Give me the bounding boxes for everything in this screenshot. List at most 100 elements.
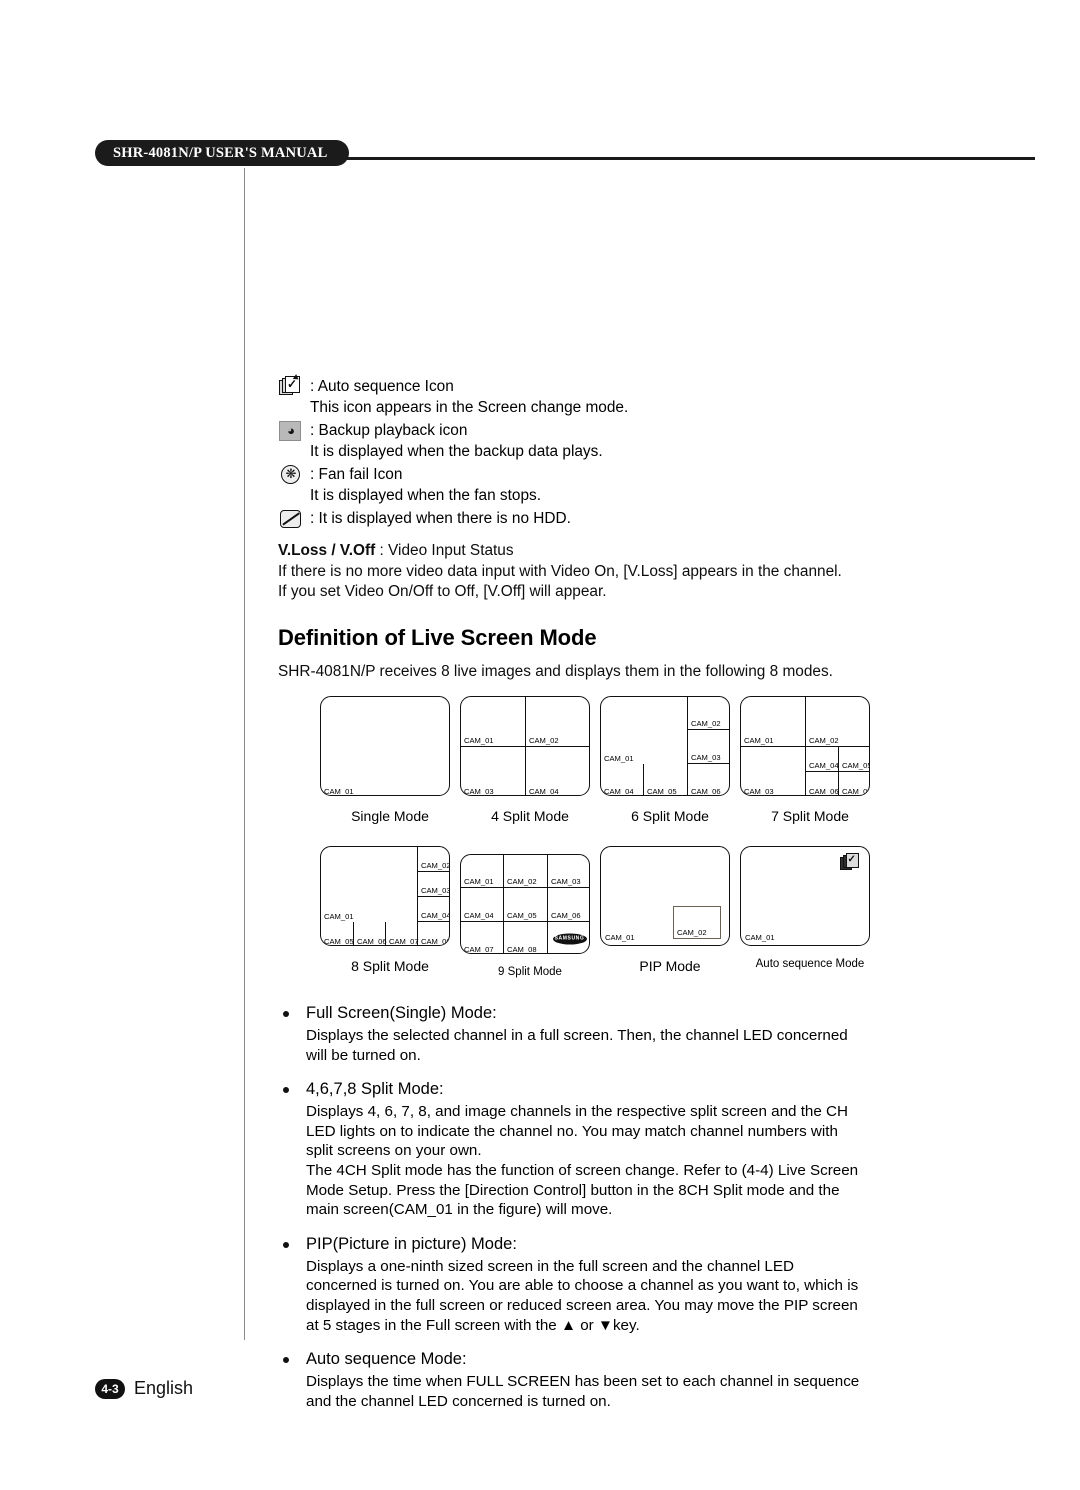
bullet-line: Displays 4, 6, 7, 8, and image channels … [306,1103,848,1121]
bullet-line: and the channel LED concerned is turned … [306,1392,611,1410]
pane-7split-3: CAM_03 [741,747,806,795]
legend-desc-backup-playback: It is displayed when the backup data pla… [310,443,603,460]
legend-desc-auto-sequence: This icon appears in the Screen change m… [310,399,629,416]
diagram-7-split: CAM_01 CAM_02 CAM_03 CAM_04 CAM_05 CAM_0… [740,696,880,824]
bullet-dot-icon [283,1011,289,1017]
pane-8split-6: CAM_06 [354,922,387,945]
pane-4split-4: CAM_04 [529,787,559,796]
screen-auto-sequence: CAM_01 ✓ [740,846,870,946]
pane-7split-1: CAM_01 [741,697,806,747]
bullet-line: Displays the selected channel in a full … [306,1027,848,1044]
screen-6split: CAM_01 CAM_02 CAM_03 CAM_04 CAM_05 CAM_0… [600,696,730,796]
bullet-line: LED lights on to indicate the channel no… [306,1122,838,1140]
label-6-split-mode: 6 Split Mode [631,808,709,824]
backup-playback-icon: ◕ [278,419,304,441]
bullet-title-full-screen: Full Screen(Single) Mode: [278,1002,978,1025]
bullet-full-screen: Full Screen(Single) Mode: Displays the s… [278,1002,978,1065]
bullet-body-split-mode: Displays 4, 6, 7, 8, and image channels … [278,1102,978,1220]
pane-single-1: CAM_01 [324,787,354,796]
bullet-line: The 4CH Split mode has the function of s… [306,1161,859,1179]
section-heading: Definition of Live Screen Mode [278,624,597,650]
no-hdd-icon [278,507,304,529]
samsung-logo: SAMSUNG [552,933,587,944]
pane-9split-3: CAM_03 [548,855,589,888]
legend-row-auto-sequence: ✓ : Auto sequence Icon [278,374,978,397]
pane-8split-8: CAM_08 [421,937,450,946]
diagram-pip: CAM_01 CAM_02 PIP Mode [600,846,740,974]
pane-7split-7: CAM_07 [842,787,870,796]
legend-row-fan-fail: ❋ : Fan fail Icon [278,463,978,485]
pane-pip-inset-label: CAM_02 [677,928,707,937]
label-9-split-mode: 9 Split Mode [498,966,562,978]
diagram-9-split: CAM_01 CAM_02 CAM_03 CAM_04 CAM_05 CAM_0… [460,854,600,978]
pane-6split-1: CAM_01 [601,697,688,764]
diagram-row-2: CAM_01 CAM_02 CAM_03 CAM_04 CAM_05 CAM_0… [278,846,978,994]
label-auto-sequence-mode: Auto sequence Mode [755,958,865,970]
bullet-line: Mode Setup. Press the [Direction Control… [306,1181,840,1199]
diagram-single-mode: CAM_01 Single Mode [320,696,460,824]
bullet-line: main screen(CAM_01 in the figure) will m… [306,1201,613,1219]
diagram-6-split: CAM_01 CAM_02 CAM_03 CAM_04 CAM_05 CAM_0… [600,696,740,824]
bullet-line: displayed in the full screen or reduced … [306,1296,858,1314]
pane-6split-5: CAM_05 [644,764,688,795]
pane-6split-3: CAM_03 [688,730,729,764]
auto-sequence-icon-badge: ✓ [840,853,860,870]
pane-9split-6: CAM_06 [548,888,589,922]
pane-6split-2: CAM_02 [688,697,729,730]
legend-label-no-hdd: : It is displayed when there is no HDD. [310,510,571,527]
pane-9split-7: CAM_07 [461,922,504,953]
bullet-line: will be turned on. [306,1046,421,1064]
legend-label-backup-playback: : Backup playback icon [310,422,468,439]
pane-4split-2: CAM_02 [526,697,589,747]
pip-inset-window: CAM_02 [673,906,721,939]
pane-6split-4: CAM_04 [601,764,644,795]
vloss-term-suffix: : Video Input Status [375,542,514,559]
screen-pip: CAM_01 CAM_02 [600,846,730,946]
legend-desc-fan-fail: It is displayed when the fan stops. [310,487,541,504]
bullet-dot-icon [283,1087,289,1094]
diagram-8-split: CAM_01 CAM_02 CAM_03 CAM_04 CAM_05 CAM_0… [320,846,460,974]
pane-7split-6: CAM_06 [806,772,839,795]
label-4-split-mode: 4 Split Mode [491,808,569,824]
bullet-body-pip-mode: Displays a one-ninth sized screen in the… [278,1257,978,1335]
pane-9split-2: CAM_02 [504,855,548,888]
bullet-line: concerned is turned on. You are able to … [306,1277,859,1295]
pane-8split-1: CAM_01 [321,847,418,922]
screen-7split: CAM_01 CAM_02 CAM_03 CAM_04 CAM_05 CAM_0… [740,696,870,796]
pane-8split-3: CAM_03 [418,872,449,897]
pane-7split-5: CAM_05 [839,747,869,772]
pane-pip-main-label: CAM_01 [605,933,635,942]
pane-autoseq-main-label: CAM_01 [745,933,775,942]
legend-row-no-hdd: : It is displayed when there is no HDD. [278,507,978,529]
label-single-mode: Single Mode [351,808,429,824]
bullet-title-text: 4,6,7,8 Split Mode: [306,1080,444,1099]
label-pip-mode: PIP Mode [639,958,701,974]
page-header: SHR-4081N/P USER'S MANUAL [95,140,1035,168]
diagram-4-split: CAM_01 CAM_02 CAM_03 CAM_04 4 Split Mode [460,696,600,824]
bullet-title-text: PIP(Picture in picture) Mode: [306,1234,517,1253]
legend-row-backup-playback: ◕ : Backup playback icon [278,419,978,441]
bullet-dot-icon [283,1241,289,1248]
bullet-title-split-mode: 4,6,7,8 Split Mode: [278,1078,978,1101]
screen-single: CAM_01 [320,696,450,796]
label-7-split-mode: 7 Split Mode [771,808,849,824]
bullet-dot-icon [283,1357,289,1364]
legend-label-auto-sequence: : Auto sequence Icon [310,378,454,395]
legend-label-fan-fail: : Fan fail Icon [310,466,403,483]
bullet-line: Displays a one-ninth sized screen in the… [306,1257,794,1275]
diagram-auto-sequence: CAM_01 ✓ Auto sequence Mode [740,846,880,970]
bullet-title-pip-mode: PIP(Picture in picture) Mode: [278,1233,978,1256]
bullet-auto-sequence: Auto sequence Mode: Displays the time wh… [278,1348,978,1411]
section-intro: SHR-4081N/P receives 8 live images and d… [278,662,833,680]
auto-sequence-icon: ✓ [278,374,304,397]
screen-4split: CAM_01 CAM_02 CAM_03 CAM_04 [460,696,590,796]
pane-7split-2: CAM_02 [806,697,869,747]
label-8-split-mode: 8 Split Mode [351,958,429,974]
page-content: ✓ : Auto sequence Icon This icon appears… [278,374,978,1424]
pane-9split-5: CAM_05 [504,888,548,922]
screen-9split: CAM_01 CAM_02 CAM_03 CAM_04 CAM_05 CAM_0… [460,854,590,954]
vloss-block: V.Loss / V.Off : Video Input Status If t… [278,541,978,603]
vloss-line-2: If you set Video On/Off to Off, [V.Off] … [278,583,607,600]
pane-9split-8: CAM_08 [504,922,548,953]
bullet-line: at 5 stages in the Full screen with the … [306,1316,640,1334]
